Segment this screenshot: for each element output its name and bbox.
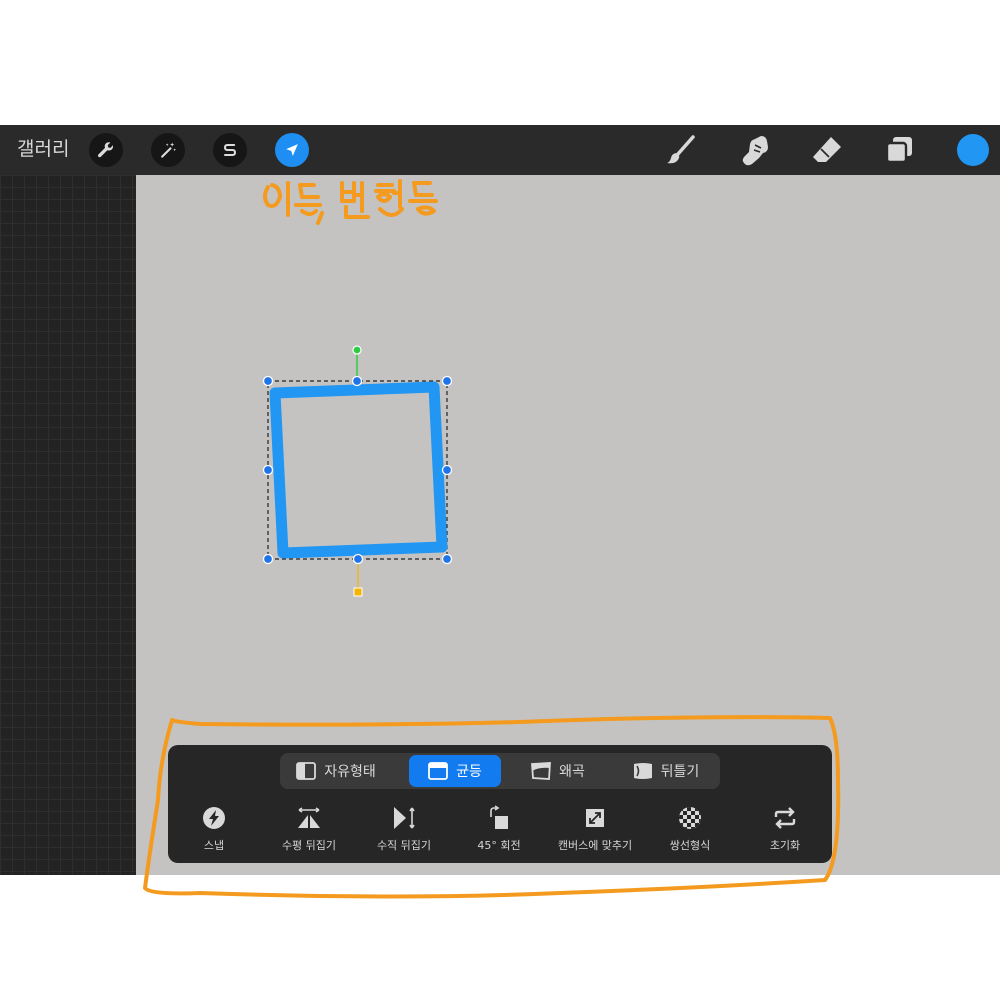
annotation-loop: [143, 715, 841, 899]
annotation-loop-stroke: [143, 715, 841, 899]
